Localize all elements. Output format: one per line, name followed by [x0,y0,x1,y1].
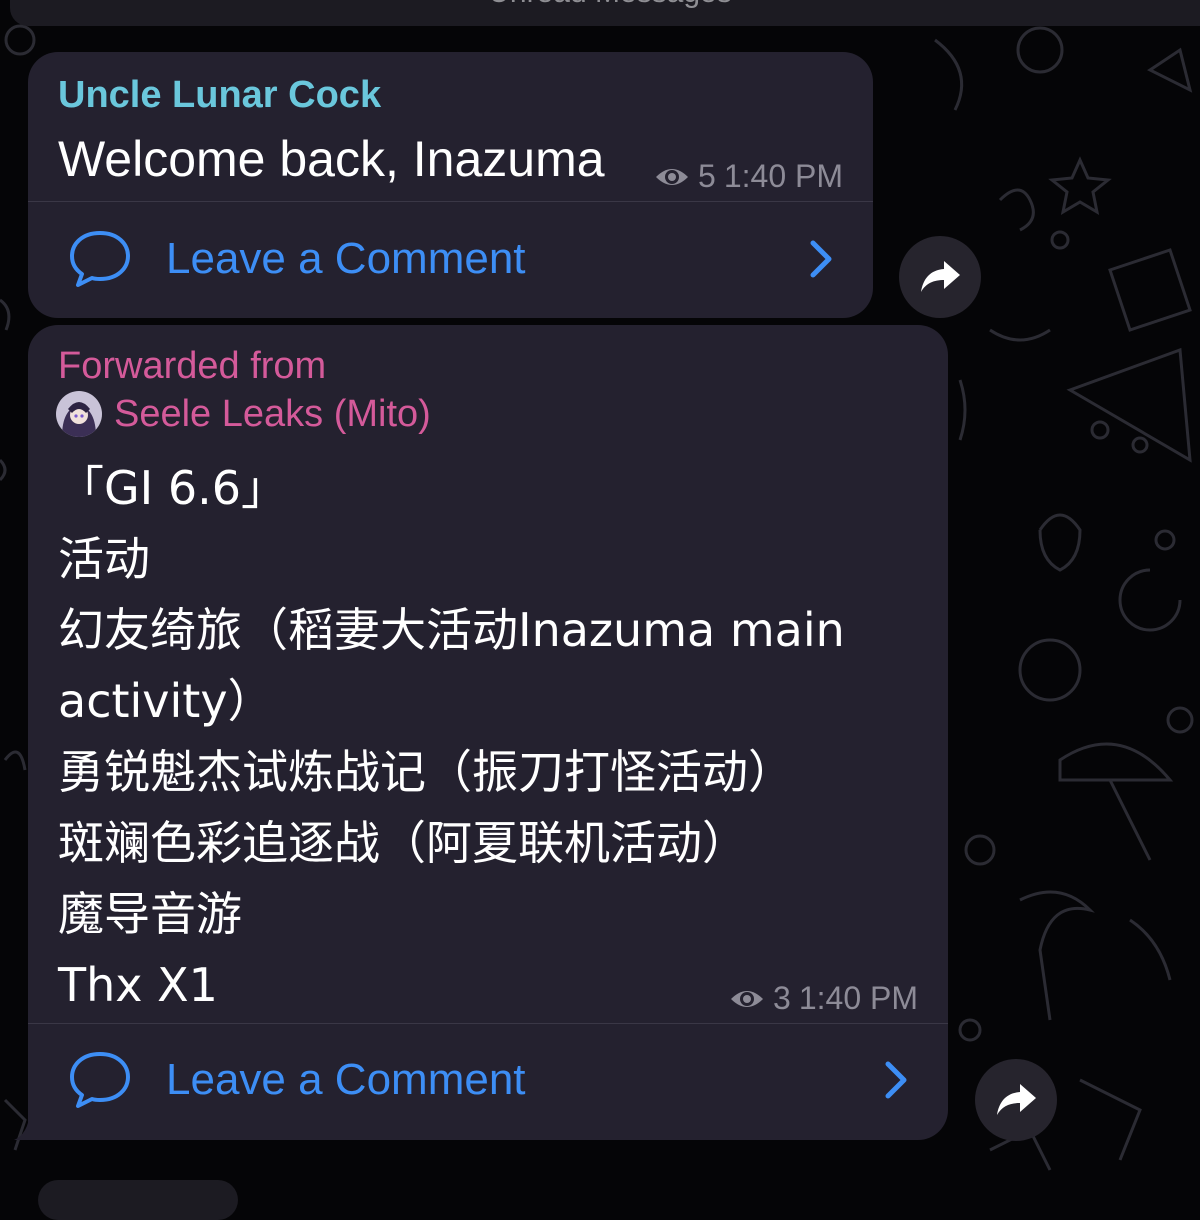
chevron-right-icon [885,1061,907,1099]
banner-text: Unread Messages [488,0,731,9]
message-text: Welcome back, Inazuma [58,131,605,187]
message-text: 「GI 6.6」 活动 幻友绮旅（稻妻大活动Inazuma main activ… [58,453,928,1021]
message-time: 1:40 PM [798,980,918,1016]
message-time: 1:40 PM [723,158,843,194]
unread-messages-banner: Unread Messages [10,0,1200,26]
speech-bubble-icon [70,231,130,287]
message-line: 斑斓色彩追逐战（阿夏联机活动） [58,816,748,870]
share-button[interactable] [899,236,981,318]
divider [28,1023,948,1024]
message-line: activity） [58,674,274,728]
speech-bubble-icon [70,1052,130,1108]
share-arrow-icon [997,1084,1036,1115]
forwarded-source-name: Seele Leaks (Mito) [114,392,431,435]
chevron-right-icon [810,240,832,278]
view-count: 3 [773,980,791,1016]
share-button[interactable] [975,1059,1057,1141]
leave-comment-label: Leave a Comment [166,234,526,283]
message-line: 「GI 6.6」 [58,461,287,515]
message-line: 幻友绮旅（稻妻大活动Inazuma main [58,603,845,657]
forwarded-message-bubble[interactable]: Forwarded from Seele Leaks (Mito) 「GI 6.… [14,325,948,1140]
message-bubble[interactable]: Uncle Lunar Cock Welcome back, Inazuma 5… [28,52,873,318]
leave-comment-label: Leave a Comment [166,1055,526,1104]
leave-comment-button[interactable]: Leave a Comment [28,1025,948,1135]
message-meta: 3 1:40 PM [729,980,918,1017]
message-meta: 5 1:40 PM [654,158,843,195]
message-line: 勇锐魁杰试炼战记（振刀打怪活动） [58,745,794,799]
forwarded-label: Forwarded from [58,345,327,387]
leave-comment-button[interactable]: Leave a Comment [28,204,873,314]
next-message-edge [38,1180,238,1220]
message-line: 活动 [58,532,150,586]
share-arrow-icon [921,261,960,292]
eye-icon [731,990,764,1007]
eye-icon [656,168,689,185]
avatar [56,391,102,437]
sender-name[interactable]: Uncle Lunar Cock [58,74,381,117]
view-count: 5 [698,158,716,194]
message-line: 魔导音游 [58,887,242,941]
divider [28,201,873,202]
forwarded-source[interactable]: Seele Leaks (Mito) [56,391,431,437]
